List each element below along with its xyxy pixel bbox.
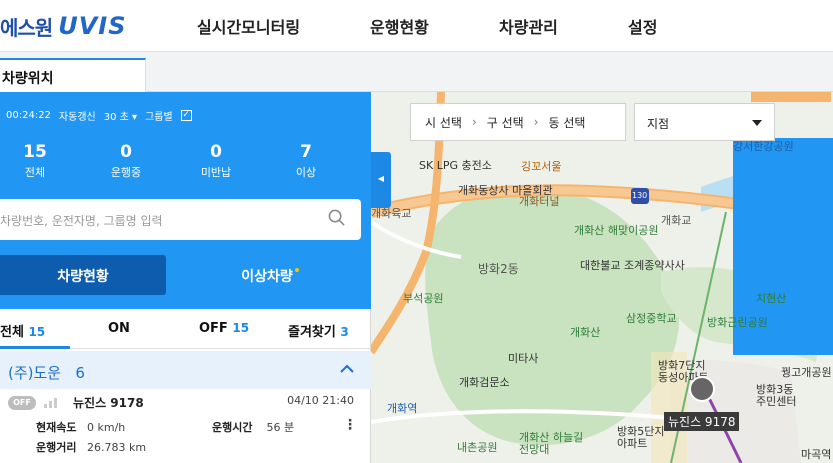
distance-field: 운행거리 26.783 km bbox=[36, 441, 147, 454]
top-navigation-bar: 에스원 UVIS 실시간모니터링 운행현황 차량관리 설정 bbox=[0, 0, 833, 52]
stat-abnormal[interactable]: 7 이상 bbox=[271, 142, 341, 180]
map-label-magok: 마곡역 bbox=[801, 448, 832, 461]
chevron-right-icon: › bbox=[533, 115, 539, 129]
speed-field: 현재속도 0 km/h bbox=[36, 421, 126, 434]
map-label-banghwa2: 방화2동 bbox=[478, 262, 519, 276]
map-label-naechon-park: 내촌공원 bbox=[457, 441, 498, 454]
search-placeholder: 차량번호, 운전자명, 그룹명 입력 bbox=[0, 214, 163, 228]
active-tab-indicator bbox=[0, 346, 70, 349]
brand-english: UVIS bbox=[58, 12, 127, 40]
brand-korean: 에스원 bbox=[0, 15, 53, 40]
auto-refresh-label: 자동갱신 bbox=[58, 112, 96, 123]
district-select[interactable]: 구 선택 bbox=[487, 114, 524, 131]
region-selector[interactable]: 시 선택 › 구 선택 › 동 선택 bbox=[410, 103, 626, 141]
map-label-gaehwa-bridge: 개화교 bbox=[661, 214, 692, 227]
map-label-banghwa5: 방화5단지 아파트 bbox=[617, 425, 665, 450]
alert-dot-icon bbox=[294, 268, 299, 272]
panel-summary: 00:24:22 자동갱신 30 초 ▾ 그룹별 ✓ 15 전체 0 운행중 0… bbox=[0, 92, 371, 309]
more-options-icon[interactable]: ⋮ bbox=[343, 417, 357, 433]
tab-all[interactable]: 전체 15 bbox=[0, 321, 45, 340]
vehicle-panel: 00:24:22 자동갱신 30 초 ▾ 그룹별 ✓ 15 전체 0 운행중 0… bbox=[0, 92, 371, 463]
chevron-up-icon[interactable] bbox=[339, 361, 355, 377]
map-label-banghwa-park: 방화근린공원 bbox=[707, 316, 768, 329]
map-label-mitasa: 미타사 bbox=[508, 352, 539, 365]
panel-collapse-button[interactable]: ◀ bbox=[371, 152, 391, 208]
map-label-gimpo: 깅꼬서울 bbox=[521, 160, 562, 173]
tab-off[interactable]: OFF 15 bbox=[199, 321, 249, 336]
map-view[interactable]: SK LPG 충전소 깅꼬서울 강서한강공원 개화동상사 마을회관 개화터널 1… bbox=[371, 92, 833, 463]
map-label-gaehwa-checkpoint: 개화검문소 bbox=[459, 376, 510, 389]
dong-select[interactable]: 동 선택 bbox=[549, 114, 586, 131]
stat-not-returned[interactable]: 0 미반납 bbox=[181, 142, 251, 180]
map-label-gaehwasan: 개화산 bbox=[570, 326, 601, 339]
group-by-label: 그룹별 bbox=[145, 112, 173, 123]
group-count: 6 bbox=[75, 364, 85, 382]
bus-marker-icon[interactable] bbox=[689, 376, 715, 402]
map-label-gaehwasan-park: 개화산 해맞이공원 bbox=[574, 224, 659, 237]
vehicle-status-button[interactable]: 차량현황 bbox=[0, 255, 166, 295]
group-name: (주)도운 bbox=[8, 364, 62, 382]
map-label-samjeong-school: 삼정중학교 bbox=[626, 312, 677, 325]
map-label-daehan-temple: 대한불교 조계종약사사 bbox=[580, 259, 685, 272]
vehicle-datetime: 04/10 21:40 bbox=[287, 394, 354, 407]
map-label-sk-lpg: SK LPG 충전소 bbox=[419, 159, 492, 172]
map-label-chihyeonsan: 치현산 bbox=[756, 292, 787, 305]
filter-tabs: 전체 15 ON OFF 15 즐겨찾기 3 bbox=[0, 311, 371, 349]
brand-logo[interactable]: 에스원 UVIS bbox=[0, 11, 126, 41]
drive-time-field: 운행시간 56 분 bbox=[212, 421, 295, 434]
search-icon[interactable] bbox=[328, 209, 345, 226]
caret-down-icon bbox=[752, 120, 762, 126]
refresh-status-row: 00:24:22 자동갱신 30 초 ▾ 그룹별 ✓ bbox=[6, 108, 192, 123]
vehicle-name: 뉴진스 9178 bbox=[73, 396, 144, 410]
tab-favorites[interactable]: 즐겨찾기 3 bbox=[288, 321, 349, 340]
map-label-route-130: 130 bbox=[632, 191, 648, 200]
nav-settings[interactable]: 설정 bbox=[628, 14, 657, 38]
chevron-right-icon: › bbox=[471, 115, 477, 129]
nav-realtime-monitoring[interactable]: 실시간모니터링 bbox=[197, 14, 300, 38]
map-label-haneul-gil: 개화산 하늘길 전망대 bbox=[519, 431, 584, 456]
vehicle-list-item[interactable]: OFF 뉴진스 9178 04/10 21:40 현재속도 0 km/h 운행시… bbox=[0, 389, 371, 463]
map-label-buseok-park: 부석공원 bbox=[403, 292, 444, 305]
map-label-banghwa3: 방화3동 주민센터 bbox=[756, 383, 797, 408]
abnormal-vehicles-button[interactable]: 이상차량 bbox=[180, 255, 360, 295]
branch-label: 지점 bbox=[647, 117, 670, 131]
stat-total[interactable]: 15 전체 bbox=[0, 142, 70, 180]
stat-driving[interactable]: 0 운행중 bbox=[91, 142, 161, 180]
group-header-row[interactable]: (주)도운 6 bbox=[0, 351, 371, 389]
branch-select[interactable]: 지점 bbox=[634, 103, 775, 141]
current-time: 00:24:22 bbox=[6, 110, 51, 121]
map-label-gaehwa-tunnel: 개화터널 bbox=[519, 195, 560, 208]
nav-driving-status[interactable]: 운행현황 bbox=[370, 14, 429, 38]
city-select[interactable]: 시 선택 bbox=[425, 114, 462, 131]
signal-icon bbox=[44, 398, 57, 408]
map-label-ggwonggwon: 꿩고개공원 bbox=[781, 366, 832, 379]
tab-vehicle-location[interactable]: 차량위치 bbox=[0, 58, 146, 92]
group-by-checkbox[interactable]: ✓ bbox=[180, 110, 192, 121]
off-status-badge: OFF bbox=[8, 396, 36, 410]
refresh-interval-select[interactable]: 30 초 ▾ bbox=[104, 108, 137, 123]
tab-on[interactable]: ON bbox=[108, 321, 130, 336]
map-vehicle-tag[interactable]: 뉴진스 9178 bbox=[664, 412, 740, 431]
nav-vehicle-management[interactable]: 차량관리 bbox=[499, 14, 558, 38]
vehicle-search-input[interactable]: 차량번호, 운전자명, 그룹명 입력 bbox=[0, 199, 361, 240]
map-label-gaehwa-station: 개화역 bbox=[387, 402, 418, 415]
